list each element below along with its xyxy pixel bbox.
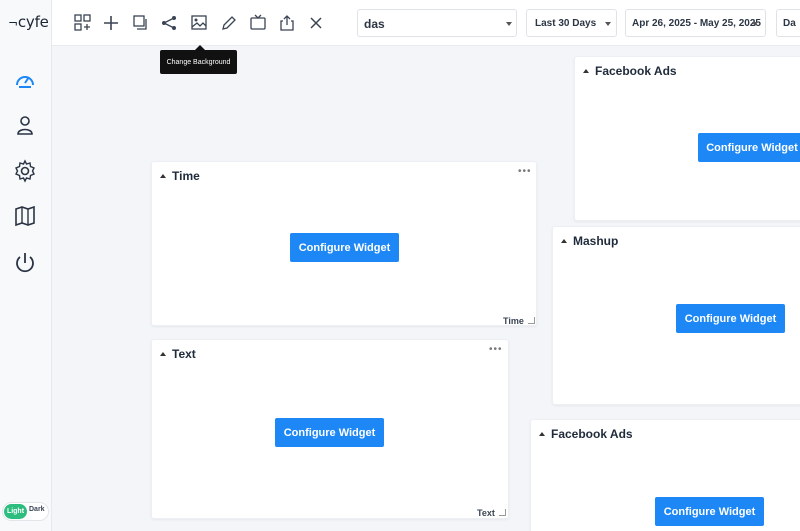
sidebar: ¬cyfe Light Dark xyxy=(0,0,52,531)
widget-facebook-ads-1[interactable]: Facebook Ads Configure Widget xyxy=(574,56,800,221)
collapse-icon xyxy=(160,352,166,356)
power-icon[interactable] xyxy=(12,250,38,276)
user-icon[interactable] xyxy=(12,112,38,138)
plus-icon[interactable] xyxy=(100,12,122,34)
dashboard-select-value: das xyxy=(364,17,385,31)
change-background-icon[interactable] xyxy=(188,12,210,34)
share-icon[interactable] xyxy=(158,12,180,34)
date-range-select[interactable]: Last 30 Days xyxy=(526,9,617,37)
add-widget-icon[interactable] xyxy=(72,12,94,34)
dashboard-select[interactable]: das xyxy=(357,9,517,37)
chevron-down-icon xyxy=(752,22,758,26)
tv-icon[interactable] xyxy=(247,12,269,34)
date-range-select-value: Last 30 Days xyxy=(535,18,597,29)
date-picker-value: Apr 26, 2025 - May 25, 2025 xyxy=(632,18,761,29)
collapse-icon xyxy=(583,69,589,73)
edit-icon[interactable] xyxy=(218,12,240,34)
collapse-icon xyxy=(160,174,166,178)
copy-icon[interactable] xyxy=(130,12,152,34)
widget-title[interactable]: Facebook Ads xyxy=(539,427,633,441)
close-icon[interactable] xyxy=(305,12,327,34)
extra-select[interactable]: Da xyxy=(776,9,800,37)
cyfe-logo[interactable]: ¬cyfe xyxy=(8,13,49,31)
resize-handle-icon[interactable] xyxy=(528,317,535,324)
date-picker[interactable]: Apr 26, 2025 - May 25, 2025 xyxy=(625,9,766,37)
change-background-tooltip: Change Background xyxy=(160,45,237,74)
widget-text[interactable]: Text ••• Configure Widget Text xyxy=(151,339,509,519)
widget-time[interactable]: Time ••• Configure Widget Time xyxy=(151,161,537,326)
theme-light-option[interactable]: Light xyxy=(4,504,27,519)
widget-title[interactable]: Mashup xyxy=(561,234,618,248)
book-icon[interactable] xyxy=(12,203,38,229)
widget-type-label: Text xyxy=(477,508,495,518)
theme-dark-option[interactable]: Dark xyxy=(29,506,45,513)
chevron-down-icon xyxy=(605,22,611,26)
widget-title[interactable]: Text xyxy=(160,347,196,361)
configure-widget-button[interactable]: Configure Widget xyxy=(275,418,384,447)
configure-widget-button[interactable]: Configure Widget xyxy=(676,304,785,333)
collapse-icon xyxy=(561,239,567,243)
resize-handle-icon[interactable] xyxy=(499,509,506,516)
widget-type-label: Time xyxy=(503,316,524,326)
toolbar: das Last 30 Days Apr 26, 2025 - May 25, … xyxy=(52,0,800,46)
extra-select-value: Da xyxy=(783,18,796,29)
widget-title[interactable]: Facebook Ads xyxy=(583,64,677,78)
chevron-down-icon xyxy=(506,22,512,26)
more-options-icon[interactable]: ••• xyxy=(518,166,532,177)
widget-facebook-ads-2[interactable]: Facebook Ads Configure Widget xyxy=(530,419,800,531)
widget-mashup[interactable]: Mashup Configure Widget xyxy=(552,226,800,405)
widget-title[interactable]: Time xyxy=(160,169,200,183)
theme-toggle[interactable]: Light Dark xyxy=(2,502,49,521)
collapse-icon xyxy=(539,432,545,436)
dashboard-icon[interactable] xyxy=(12,67,38,93)
settings-icon[interactable] xyxy=(12,158,38,184)
more-options-icon[interactable]: ••• xyxy=(489,344,503,355)
configure-widget-button[interactable]: Configure Widget xyxy=(655,497,764,526)
export-icon[interactable] xyxy=(276,12,298,34)
configure-widget-button[interactable]: Configure Widget xyxy=(698,133,800,162)
configure-widget-button[interactable]: Configure Widget xyxy=(290,233,399,262)
